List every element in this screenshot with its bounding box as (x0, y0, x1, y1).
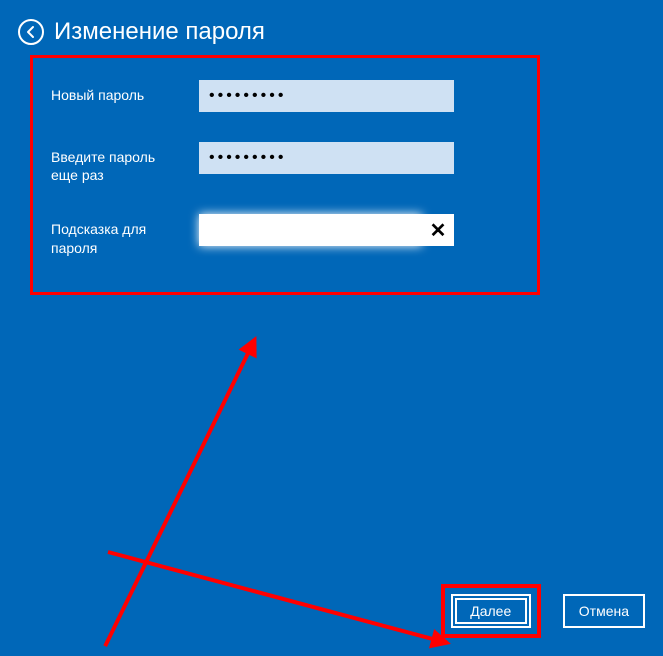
arrow-left-icon (24, 25, 38, 39)
cancel-button[interactable]: Отмена (563, 594, 645, 628)
new-password-input[interactable] (199, 80, 454, 112)
back-button[interactable] (18, 19, 44, 45)
password-form-highlight: Новый пароль Введите пароль еще раз Подс… (30, 55, 540, 295)
next-button-highlight: Далее (441, 584, 541, 638)
password-hint-input[interactable] (199, 214, 422, 246)
password-hint-field-wrap: ✕ (199, 214, 454, 246)
close-icon: ✕ (430, 218, 447, 243)
annotation-arrow (107, 550, 441, 643)
annotation-arrow (103, 344, 253, 647)
next-button[interactable]: Далее (451, 594, 531, 628)
clear-hint-button[interactable]: ✕ (422, 214, 454, 246)
confirm-password-label: Введите пароль еще раз (51, 142, 181, 184)
new-password-label: Новый пароль (51, 80, 181, 104)
page-title: Изменение пароля (54, 18, 265, 46)
password-hint-label: Подсказка для пароля (51, 214, 181, 256)
confirm-password-input[interactable] (199, 142, 454, 174)
